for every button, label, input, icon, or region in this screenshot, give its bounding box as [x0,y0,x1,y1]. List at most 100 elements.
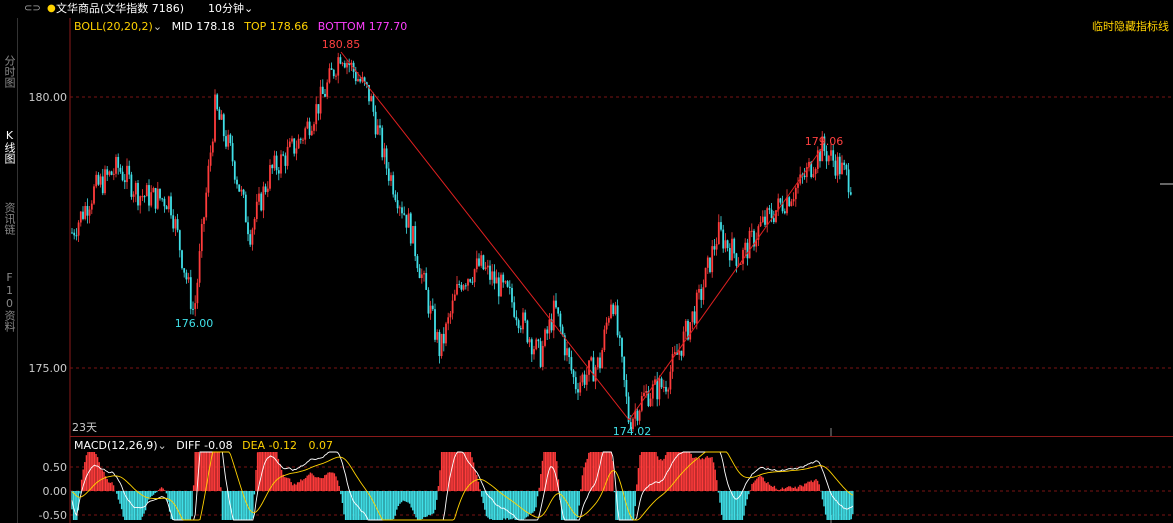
candle-body [339,57,342,64]
candle-body [337,57,340,76]
candle-body [669,371,672,390]
candle-body [359,79,362,82]
diff-value: -0.08 [204,439,233,452]
trend-line-up [628,147,823,421]
candle-body [249,234,252,245]
candle-body [772,218,775,223]
candle-body [128,165,131,175]
y-tick-175: 175.00 [29,362,68,375]
dea-value: -0.12 [268,439,298,452]
mid-label: MID [171,20,193,33]
candle-body [203,217,205,225]
candle-body [392,175,395,195]
candle-body [385,148,388,169]
candle-body [297,138,300,149]
candle-body [825,151,828,162]
candle-body [572,370,575,378]
candle-body [568,348,571,358]
candle-body [112,173,115,175]
candle-body [121,171,124,181]
candle-body [491,271,494,280]
candle-body [522,312,524,330]
candle-body [383,148,386,158]
candle-body [115,157,117,174]
annotation-low-1: 176.00 [175,317,214,330]
hide-indicator-link[interactable]: 临时隐藏指标线 [1092,20,1169,34]
candle-body [110,171,113,175]
candle-body [539,341,542,367]
candle-body [766,208,769,225]
candle-body [783,211,786,214]
candle-body [332,69,335,77]
candle-body [601,349,604,369]
candle-body [238,184,241,192]
macd-tick-neg050: -0.50 [39,509,67,522]
candle-body [225,136,227,147]
boll-indicator-name[interactable]: BOLL(20,20,2) [74,20,153,33]
candle-body [196,282,199,304]
candle-body [427,289,430,314]
candle-body [612,304,615,315]
candle-body [667,389,670,392]
chevron-down-icon[interactable]: ⌄ [153,20,162,33]
candle-body [374,111,377,135]
candle-body [530,339,533,355]
candle-body [570,357,573,371]
macd-indicator-name[interactable]: MACD(12,26,9) [74,439,158,452]
candle-body [689,322,692,340]
candle-body [834,160,837,176]
days-label: 23天 [72,421,97,434]
chevron-down-icon[interactable]: ⌄ [158,439,167,452]
candle-body [295,148,298,154]
candle-body [665,386,667,392]
candle-body [513,302,516,317]
candle-body [590,357,593,361]
candle-body [605,322,608,330]
candle-body [847,169,850,193]
candle-body [150,192,153,206]
candle-body [581,374,584,383]
candle-body [761,216,764,223]
candle-body [178,230,181,251]
candle-body [673,352,676,354]
candle-body [519,328,522,330]
candle-body [621,338,623,357]
candle-body [438,332,441,357]
candle-body [280,154,282,174]
candle-body [335,75,337,77]
candle-body [88,209,91,216]
candle-body [159,188,161,199]
candle-body [141,196,144,198]
candle-body [101,176,104,194]
candle-body [508,286,511,288]
candle-body [827,155,830,162]
candle-body [132,194,135,197]
candle-body [803,175,806,178]
candle-body [286,146,289,166]
candle-body [328,68,331,83]
candle-body [607,318,610,323]
candle-body [106,169,109,175]
candle-body [489,265,491,280]
macd-tick-000: 0.00 [43,485,68,498]
candle-body [75,235,78,237]
candle-body [370,96,373,102]
candle-body [759,222,762,227]
candle-body [185,272,188,280]
candle-body [266,188,269,193]
candle-body [123,180,126,183]
candle-body [379,125,381,128]
candle-body [645,390,648,393]
candle-body [585,374,588,385]
candle-body [849,192,852,195]
candle-body [145,185,148,197]
candle-body [511,287,513,303]
candle-body [82,211,84,219]
candle-body [717,222,720,245]
candle-body [192,308,194,310]
candle-body [453,294,456,301]
candle-body [313,124,315,131]
candle-body [480,255,483,266]
candle-body [227,134,230,147]
candle-body [436,332,439,340]
